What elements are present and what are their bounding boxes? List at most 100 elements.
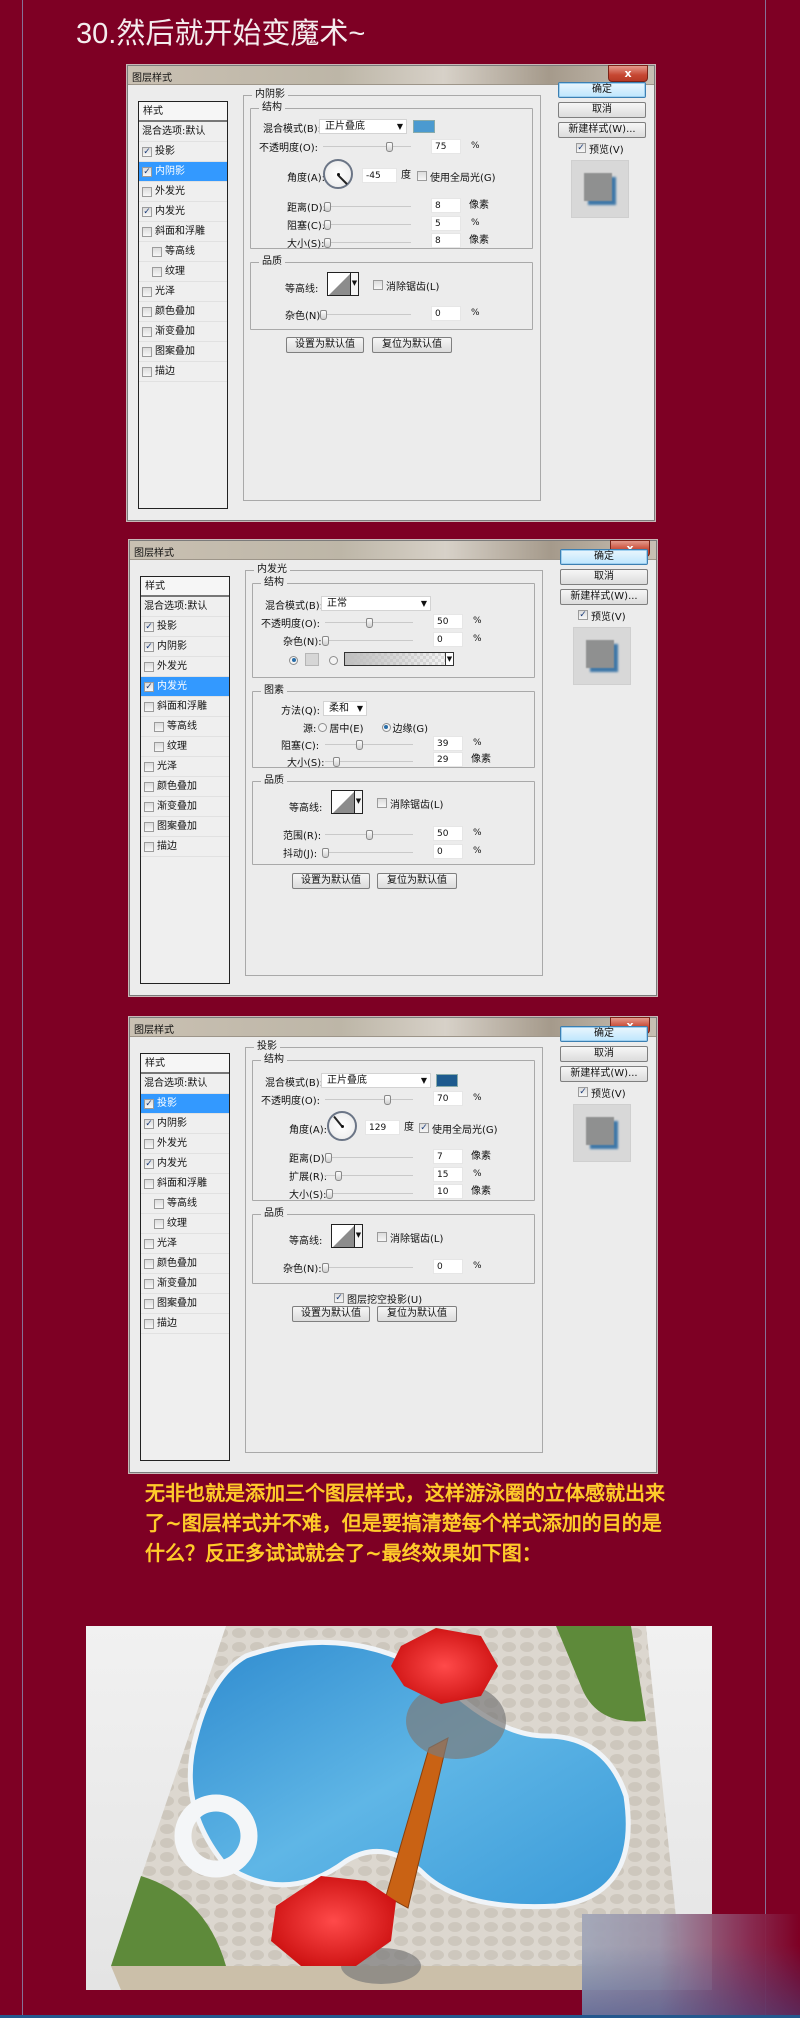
- style-item[interactable]: 颜色叠加: [141, 1254, 229, 1274]
- chevron-down-icon[interactable]: ▼: [354, 1225, 362, 1247]
- global-light-checkbox[interactable]: [417, 171, 427, 181]
- style-checkbox[interactable]: [144, 1298, 154, 1309]
- preview-checkbox[interactable]: [578, 610, 588, 620]
- ok-button[interactable]: 确定: [558, 82, 646, 98]
- style-checkbox[interactable]: [142, 286, 152, 297]
- slider-thumb[interactable]: [322, 848, 329, 858]
- slider-thumb[interactable]: [320, 310, 327, 320]
- chevron-down-icon[interactable]: ▼: [445, 653, 453, 665]
- close-button[interactable]: x: [608, 65, 648, 82]
- set-default-button[interactable]: 设置为默认值: [292, 873, 370, 889]
- ok-button[interactable]: 确定: [560, 549, 648, 565]
- opacity-input[interactable]: 50: [433, 614, 463, 629]
- style-checkbox[interactable]: [142, 206, 152, 217]
- style-checkbox[interactable]: [152, 266, 162, 277]
- style-item[interactable]: 纹理: [141, 1214, 229, 1234]
- size-slider[interactable]: [325, 757, 413, 767]
- style-item[interactable]: 内发光: [141, 677, 229, 697]
- opacity-slider[interactable]: [325, 1095, 413, 1105]
- style-item[interactable]: 图案叠加: [141, 1294, 229, 1314]
- style-item[interactable]: 投影: [139, 142, 227, 162]
- angle-dial[interactable]: [327, 1111, 357, 1141]
- style-checkbox[interactable]: [142, 326, 152, 337]
- choke-input[interactable]: 5: [431, 216, 461, 231]
- style-checkbox[interactable]: [154, 741, 164, 752]
- style-item[interactable]: 内发光: [141, 1154, 229, 1174]
- blend-options-item[interactable]: 混合选项:默认: [141, 1074, 229, 1094]
- style-item[interactable]: 图案叠加: [139, 342, 227, 362]
- style-checkbox[interactable]: [142, 166, 152, 177]
- style-checkbox[interactable]: [144, 801, 154, 812]
- style-checkbox[interactable]: [142, 146, 152, 157]
- style-checkbox[interactable]: [144, 821, 154, 832]
- source-edge-radio[interactable]: [381, 722, 391, 732]
- style-checkbox[interactable]: [144, 1138, 154, 1149]
- slider-thumb[interactable]: [386, 142, 393, 152]
- global-light-checkbox[interactable]: [419, 1123, 429, 1133]
- size-slider[interactable]: [323, 238, 411, 248]
- style-checkbox[interactable]: [152, 246, 162, 257]
- choke-slider[interactable]: [323, 220, 411, 230]
- slider-thumb[interactable]: [366, 830, 373, 840]
- style-item[interactable]: 光泽: [141, 757, 229, 777]
- knockout-checkbox[interactable]: [334, 1293, 344, 1303]
- distance-input[interactable]: 7: [433, 1149, 463, 1164]
- style-item[interactable]: 光泽: [139, 282, 227, 302]
- style-checkbox[interactable]: [142, 226, 152, 237]
- slider-thumb[interactable]: [322, 636, 329, 646]
- style-checkbox[interactable]: [142, 366, 152, 377]
- style-item[interactable]: 投影: [141, 1094, 229, 1114]
- blend-mode-select[interactable]: 正常 ▼: [321, 596, 431, 611]
- new-style-button[interactable]: 新建样式(W)...: [560, 1066, 648, 1082]
- style-checkbox[interactable]: [144, 621, 154, 632]
- style-item[interactable]: 内阴影: [141, 1114, 229, 1134]
- cancel-button[interactable]: 取消: [560, 569, 648, 585]
- jitter-input[interactable]: 0: [433, 844, 463, 859]
- style-checkbox[interactable]: [144, 1318, 154, 1329]
- blend-options-item[interactable]: 混合选项:默认: [141, 597, 229, 617]
- style-checkbox[interactable]: [142, 186, 152, 197]
- size-input[interactable]: 8: [431, 233, 461, 248]
- ok-button[interactable]: 确定: [560, 1026, 648, 1042]
- set-default-button[interactable]: 设置为默认值: [292, 1306, 370, 1322]
- opacity-slider[interactable]: [325, 618, 413, 628]
- slider-thumb[interactable]: [323, 238, 331, 248]
- choke-input[interactable]: 39: [433, 736, 463, 751]
- style-item[interactable]: 渐变叠加: [139, 322, 227, 342]
- style-item[interactable]: 等高线: [141, 717, 229, 737]
- preview-checkbox[interactable]: [578, 1087, 588, 1097]
- style-checkbox[interactable]: [144, 681, 154, 692]
- blend-options-item[interactable]: 混合选项:默认: [139, 122, 227, 142]
- range-input[interactable]: 50: [433, 826, 463, 841]
- glow-color-swatch[interactable]: [305, 653, 319, 666]
- style-checkbox[interactable]: [144, 661, 154, 672]
- chevron-down-icon[interactable]: ▼: [354, 791, 362, 813]
- style-item[interactable]: 描边: [141, 837, 229, 857]
- spread-input[interactable]: 15: [433, 1167, 463, 1182]
- style-checkbox[interactable]: [154, 721, 164, 732]
- style-item[interactable]: 描边: [139, 362, 227, 382]
- style-checkbox[interactable]: [142, 346, 152, 357]
- size-input[interactable]: 10: [433, 1184, 463, 1199]
- style-item[interactable]: 外发光: [141, 657, 229, 677]
- anti-alias-checkbox[interactable]: [373, 280, 383, 290]
- set-default-button[interactable]: 设置为默认值: [286, 337, 364, 353]
- slider-thumb[interactable]: [335, 1171, 343, 1181]
- style-checkbox[interactable]: [154, 1198, 164, 1209]
- style-checkbox[interactable]: [144, 1278, 154, 1289]
- solid-color-radio[interactable]: [289, 655, 298, 665]
- noise-slider[interactable]: [320, 310, 411, 320]
- gradient-radio[interactable]: [329, 655, 338, 665]
- contour-picker[interactable]: ▼: [331, 790, 363, 814]
- style-item[interactable]: 颜色叠加: [139, 302, 227, 322]
- style-item[interactable]: 渐变叠加: [141, 1274, 229, 1294]
- slider-thumb[interactable]: [325, 1153, 333, 1163]
- size-slider[interactable]: [325, 1189, 413, 1199]
- slider-thumb[interactable]: [366, 618, 373, 628]
- style-item[interactable]: 内发光: [139, 202, 227, 222]
- style-checkbox[interactable]: [144, 1238, 154, 1249]
- style-item[interactable]: 外发光: [139, 182, 227, 202]
- style-checkbox[interactable]: [144, 781, 154, 792]
- new-style-button[interactable]: 新建样式(W)...: [558, 122, 646, 138]
- style-item[interactable]: 光泽: [141, 1234, 229, 1254]
